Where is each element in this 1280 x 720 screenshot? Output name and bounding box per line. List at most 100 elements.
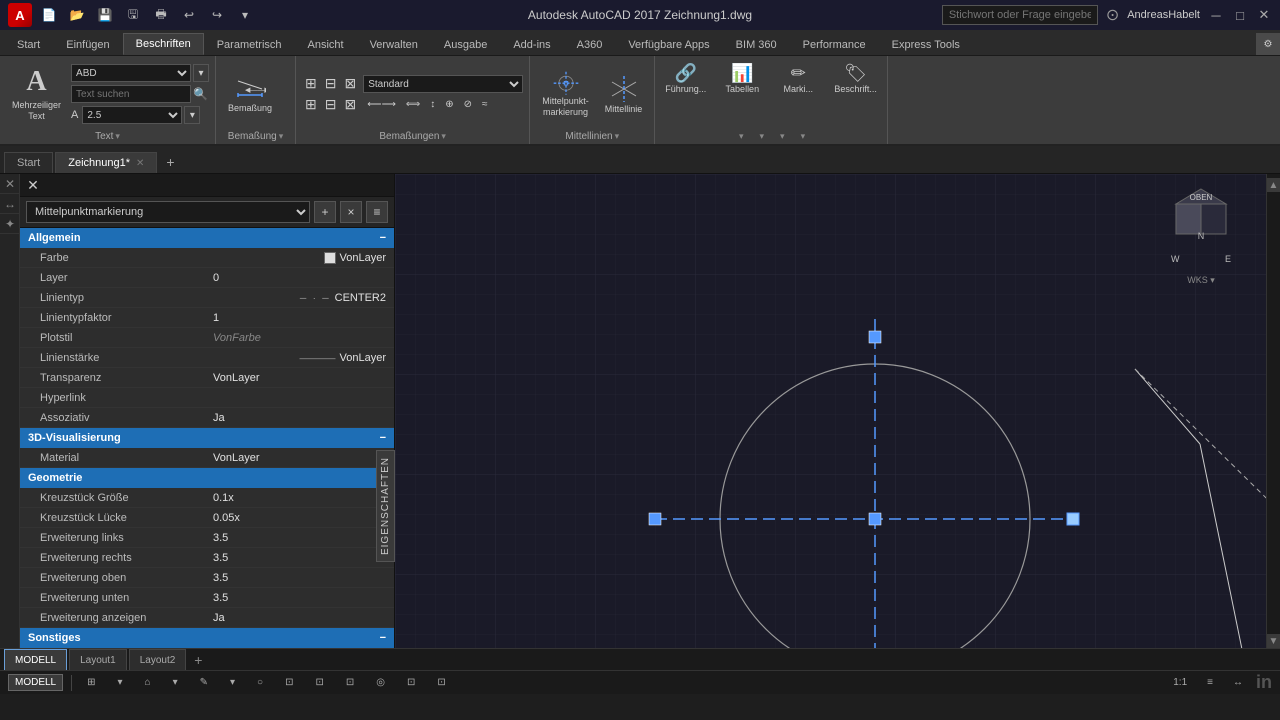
tab-express-tools[interactable]: Express Tools [879, 33, 973, 55]
grid-align-btn5[interactable]: ⊟ [322, 96, 340, 114]
tabellen-btn[interactable]: 📊 Tabellen [718, 59, 766, 98]
grid-align-btn2[interactable]: ⊟ [322, 75, 340, 93]
print-btn[interactable]: 🖶 [150, 4, 172, 26]
scroll-down-btn[interactable]: ▼ [1267, 634, 1280, 648]
tab-performance[interactable]: Performance [790, 33, 879, 55]
osnap-btn[interactable]: ⊡ [278, 674, 300, 691]
bema-icon-btn4[interactable]: ⊕ [441, 95, 457, 113]
doc-tab-start[interactable]: Start [4, 152, 53, 173]
viewcube-container[interactable]: OBEN W N E WKS ▾ [1166, 184, 1236, 269]
left-tab-settings[interactable]: ✦ [0, 214, 20, 234]
fullscreen-btn[interactable]: ↔ [1226, 674, 1250, 691]
section-sonstiges[interactable]: Sonstiges − [20, 628, 394, 648]
grid-align-btn1[interactable]: ⊞ [302, 75, 320, 93]
marki-expand[interactable]: ▾ [780, 131, 785, 142]
save-as-btn[interactable]: 🖫 [122, 4, 144, 26]
prop-add-btn[interactable]: + [314, 201, 336, 223]
search-input[interactable] [942, 5, 1098, 25]
beschrift-expand[interactable]: ▾ [801, 131, 806, 142]
polar-btn[interactable]: ○ [250, 674, 270, 691]
handle-left[interactable] [649, 513, 661, 525]
ortho-btn[interactable]: ✎ [193, 674, 215, 691]
left-tab-close[interactable]: ✕ [0, 174, 20, 194]
section-3d-vis[interactable]: 3D-Visualisierung − [20, 428, 394, 448]
grid-dropdown-btn[interactable]: ▾ [111, 674, 130, 691]
bema-large-btn[interactable]: ◀——▶ Bemaßung [222, 66, 278, 122]
prop-remove-btn[interactable]: × [340, 201, 362, 223]
scroll-up-btn[interactable]: ▲ [1267, 178, 1280, 192]
text-large-btn[interactable]: A MehrzeiligerText [6, 66, 67, 122]
close-btn[interactable]: ✕ [1256, 7, 1272, 23]
layout-tab-layout2[interactable]: Layout2 [129, 649, 187, 670]
bema-icon-btn2[interactable]: ⟺ [402, 95, 424, 113]
mittellinien-expand[interactable]: ▾ [615, 131, 620, 142]
font-size-dropdown-btn[interactable]: ▾ [184, 106, 200, 124]
lineweight-btn[interactable]: ⊡ [339, 674, 361, 691]
grid-align-btn3[interactable]: ⊠ [342, 75, 360, 93]
tab-einfuegen[interactable]: Einfügen [53, 33, 122, 55]
save-btn[interactable]: 💾 [94, 4, 116, 26]
text-search-input[interactable] [71, 85, 191, 103]
maximize-btn[interactable]: □ [1232, 7, 1248, 23]
bema-icon-btn5[interactable]: ⊘ [460, 95, 476, 113]
tab-ansicht[interactable]: Ansicht [295, 33, 357, 55]
tabellen-expand[interactable]: ▾ [760, 131, 765, 142]
mittellinie-btn[interactable]: Mittellinie [599, 66, 649, 122]
section-geometrie[interactable]: Geometrie − [20, 468, 394, 488]
undo-btn[interactable]: ↩ [178, 4, 200, 26]
new-btn[interactable]: 📄 [38, 4, 60, 26]
object-type-select[interactable]: Mittelpunktmarkierung [26, 201, 310, 223]
fuehrung-btn[interactable]: 🔗 Führung... [661, 59, 710, 98]
prop-menu-btn[interactable]: ≡ [366, 201, 388, 223]
otrack-btn[interactable]: ⊡ [308, 674, 330, 691]
mittelpunkt-btn[interactable]: Mittelpunkt-markierung [536, 66, 595, 122]
font-size-select[interactable]: 2.5 [82, 106, 182, 124]
annotation-btn[interactable]: ⊡ [430, 674, 452, 691]
bema-icon-btn1[interactable]: ⟵⟶ [363, 95, 400, 113]
left-tab-move[interactable]: ↔ [0, 194, 20, 214]
handle-top[interactable] [869, 331, 881, 343]
fuehrung-expand[interactable]: ▾ [739, 131, 744, 142]
ribbon-settings-btn[interactable]: ⚙ [1256, 33, 1280, 55]
beschrift-btn[interactable]: 🏷 Beschrift... [830, 59, 881, 98]
open-btn[interactable]: 📂 [66, 4, 88, 26]
add-tab-btn[interactable]: + [159, 151, 181, 173]
marki-btn[interactable]: ✏ Marki... [774, 59, 822, 98]
modell-status-btn[interactable]: MODELL [8, 674, 63, 691]
tab-verfuegbare[interactable]: Verfügbare Apps [615, 33, 722, 55]
scale-btn[interactable]: 1:1 [1166, 674, 1194, 691]
grid-align-btn4[interactable]: ⊞ [302, 96, 320, 114]
bema-ungen-expand[interactable]: ▾ [441, 131, 446, 142]
minimize-btn[interactable]: ─ [1208, 7, 1224, 23]
transparency-btn[interactable]: ◎ [369, 674, 392, 691]
tab-verwalten[interactable]: Verwalten [357, 33, 431, 55]
tab-ausgabe[interactable]: Ausgabe [431, 33, 500, 55]
tab-add-ins[interactable]: Add-ins [500, 33, 563, 55]
doc-tab-zeichnung1[interactable]: Zeichnung1* ✕ [55, 152, 157, 173]
doc-tab-close-btn[interactable]: ✕ [136, 158, 144, 169]
tab-beschriften[interactable]: Beschriften [123, 33, 204, 55]
grid-toggle-btn[interactable]: ⊞ [80, 674, 102, 691]
bema-icon-btn6[interactable]: ≈ [478, 95, 492, 113]
redo-btn[interactable]: ↪ [206, 4, 228, 26]
bema-expand[interactable]: ▾ [279, 131, 284, 142]
layout-tab-layout1[interactable]: Layout1 [69, 649, 127, 670]
selection-btn[interactable]: ⊡ [400, 674, 422, 691]
tab-parametrisch[interactable]: Parametrisch [204, 33, 295, 55]
snap-dropdown-btn[interactable]: ▾ [166, 674, 185, 691]
grid-align-btn6[interactable]: ⊠ [342, 96, 360, 114]
tab-bim360[interactable]: BIM 360 [723, 33, 790, 55]
layout-tab-add-btn[interactable]: + [188, 649, 208, 670]
handle-right[interactable] [1067, 513, 1079, 525]
bema-icon-btn3[interactable]: ↕ [426, 95, 439, 113]
canvas-area[interactable]: ▷ OBEN W N E WKS ▾ [395, 174, 1266, 648]
section-allgemein[interactable]: Allgemein − [20, 228, 394, 248]
color-swatch[interactable] [324, 252, 336, 264]
handle-center[interactable] [869, 513, 881, 525]
tab-start[interactable]: Start [4, 33, 53, 55]
tab-a360[interactable]: A360 [564, 33, 616, 55]
workspace-btn[interactable]: ≡ [1200, 674, 1220, 691]
eigenschaften-tab[interactable]: EIGENSCHAFTEN [376, 450, 395, 562]
bema-style-select[interactable]: Standard [363, 75, 523, 93]
qa-more-btn[interactable]: ▾ [234, 4, 256, 26]
